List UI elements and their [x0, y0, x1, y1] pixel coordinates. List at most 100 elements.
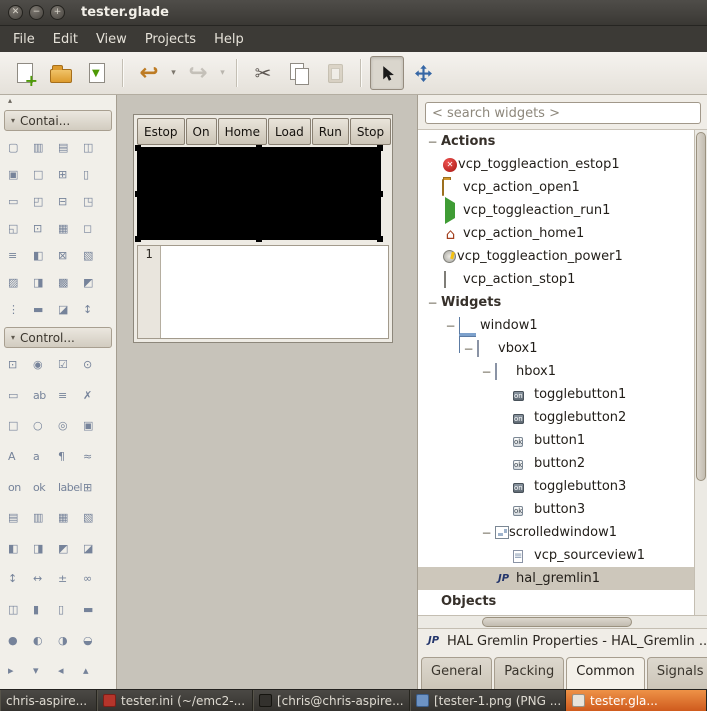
- redo-button[interactable]: [181, 56, 215, 90]
- palette-widget-icon[interactable]: ▯: [83, 167, 108, 183]
- palette-widget-icon[interactable]: on: [8, 480, 33, 496]
- tree-row-button2[interactable]: button2: [418, 452, 694, 475]
- save-button[interactable]: [80, 56, 114, 90]
- palette-widget-icon[interactable]: ◨: [33, 541, 58, 557]
- load-button[interactable]: Load: [268, 118, 311, 145]
- expander-icon[interactable]: [424, 135, 441, 149]
- palette-widget-icon[interactable]: ◻: [83, 221, 108, 237]
- palette-widget-icon[interactable]: ±: [58, 571, 83, 587]
- tree-group-objects[interactable]: Objects: [418, 590, 694, 613]
- selection-handle[interactable]: [135, 191, 141, 197]
- palette-widget-icon[interactable]: ↔: [33, 571, 58, 587]
- palette-section-control[interactable]: Control...: [4, 327, 112, 348]
- palette-widget-icon[interactable]: ▥: [33, 140, 58, 156]
- tree-row-hal-gremlin1[interactable]: hal_gremlin1: [418, 567, 694, 590]
- palette-widget-icon[interactable]: ▴: [83, 663, 108, 679]
- expander-icon[interactable]: [460, 342, 477, 356]
- cut-button[interactable]: [246, 56, 280, 90]
- palette-widget-icon[interactable]: ⊡: [8, 357, 33, 373]
- tab-general[interactable]: General: [421, 657, 492, 689]
- new-project-button[interactable]: [8, 56, 42, 90]
- undo-button[interactable]: [132, 56, 166, 90]
- palette-widget-icon[interactable]: label: [58, 480, 83, 496]
- palette-section-containers[interactable]: Contai...: [4, 110, 112, 131]
- design-canvas[interactable]: Estop On Home Load Run Stop: [117, 95, 417, 689]
- tree-horizontal-scrollbar[interactable]: [418, 615, 707, 628]
- palette-widget-icon[interactable]: ◫: [83, 140, 108, 156]
- expander-icon[interactable]: [478, 526, 495, 540]
- selection-handle[interactable]: [377, 236, 383, 242]
- paste-button[interactable]: [318, 56, 352, 90]
- palette-widget-icon[interactable]: ◧: [33, 248, 58, 264]
- palette-widget-icon[interactable]: ◫: [8, 602, 33, 618]
- palette-widget-icon[interactable]: ▦: [58, 510, 83, 526]
- tree-row-power-action[interactable]: vcp_toggleaction_power1: [418, 245, 694, 268]
- expander-icon[interactable]: [478, 365, 495, 379]
- hal-gremlin-widget[interactable]: [137, 147, 381, 240]
- tab-packing[interactable]: Packing: [494, 657, 564, 689]
- tree-vertical-scrollbar[interactable]: [694, 130, 707, 615]
- menu-projects[interactable]: Projects: [136, 29, 205, 50]
- source-text-area[interactable]: [161, 246, 388, 338]
- redo-dropdown[interactable]: [217, 68, 228, 78]
- expander-icon[interactable]: [442, 319, 459, 333]
- palette-widget-icon[interactable]: ▥: [33, 510, 58, 526]
- tree-row-window1[interactable]: window1: [418, 314, 694, 337]
- palette-widget-icon[interactable]: ¶: [58, 449, 83, 465]
- menu-help[interactable]: Help: [205, 29, 253, 50]
- palette-scroll-up[interactable]: ▴: [0, 95, 116, 107]
- palette-widget-icon[interactable]: □: [33, 167, 58, 183]
- palette-widget-icon[interactable]: ◑: [58, 633, 83, 649]
- taskbar-item[interactable]: [tester-1.png (PNG ...: [410, 690, 566, 711]
- palette-widget-icon[interactable]: ▾: [33, 663, 58, 679]
- palette-widget-icon[interactable]: ≈: [83, 449, 108, 465]
- palette-widget-icon[interactable]: ▤: [58, 140, 83, 156]
- palette-widget-icon[interactable]: ◉: [33, 357, 58, 373]
- palette-widget-icon[interactable]: ▸: [8, 663, 33, 679]
- tree-group-widgets[interactable]: Widgets: [418, 291, 694, 314]
- palette-widget-icon[interactable]: ◱: [8, 221, 33, 237]
- tree-row-home-action[interactable]: vcp_action_home1: [418, 222, 694, 245]
- palette-widget-icon[interactable]: ∞: [83, 571, 108, 587]
- tab-common[interactable]: Common: [566, 657, 645, 689]
- tree-row-estop-action[interactable]: vcp_toggleaction_estop1: [418, 153, 694, 176]
- palette-widget-icon[interactable]: ◩: [83, 275, 108, 291]
- palette-widget-icon[interactable]: ≡: [8, 248, 33, 264]
- maximize-button[interactable]: +: [50, 5, 65, 20]
- stop-button[interactable]: Stop: [350, 118, 391, 145]
- palette-widget-icon[interactable]: ok: [33, 480, 58, 496]
- tree-row-togglebutton2[interactable]: togglebutton2: [418, 406, 694, 429]
- drag-resize-button[interactable]: [406, 56, 440, 90]
- tree-row-togglebutton3[interactable]: togglebutton3: [418, 475, 694, 498]
- taskbar-item[interactable]: tester.ini (~/emc2-...: [97, 690, 253, 711]
- palette-widget-icon[interactable]: ◂: [58, 663, 83, 679]
- palette-widget-icon[interactable]: ≡: [58, 388, 83, 404]
- palette-widget-icon[interactable]: ⊞: [83, 480, 108, 496]
- menu-edit[interactable]: Edit: [44, 29, 87, 50]
- palette-widget-icon[interactable]: ○: [33, 418, 58, 434]
- tree-row-hbox1[interactable]: hbox1: [418, 360, 694, 383]
- taskbar-item[interactable]: chris-aspire...: [0, 690, 97, 711]
- palette-widget-icon[interactable]: ◒: [83, 633, 108, 649]
- designed-window[interactable]: Estop On Home Load Run Stop: [133, 114, 393, 343]
- expander-icon[interactable]: [424, 296, 441, 310]
- palette-widget-icon[interactable]: ▧: [83, 248, 108, 264]
- tree-row-run-action[interactable]: vcp_toggleaction_run1: [418, 199, 694, 222]
- palette-widget-icon[interactable]: ⊟: [58, 194, 83, 210]
- palette-widget-icon[interactable]: ▬: [33, 302, 58, 318]
- copy-button[interactable]: [282, 56, 316, 90]
- palette-widget-icon[interactable]: ⊠: [58, 248, 83, 264]
- menu-file[interactable]: File: [4, 29, 44, 50]
- taskbar-item-active[interactable]: tester.gla...: [566, 690, 707, 711]
- titlebar[interactable]: ✕ − + tester.glade: [0, 0, 707, 26]
- palette-widget-icon[interactable]: ◪: [83, 541, 108, 557]
- taskbar-item[interactable]: [chris@chris-aspire...: [253, 690, 410, 711]
- scrollbar-thumb[interactable]: [696, 132, 706, 481]
- palette-widget-icon[interactable]: ☑: [58, 357, 83, 373]
- palette-widget-icon[interactable]: ◩: [58, 541, 83, 557]
- palette-widget-icon[interactable]: ✗: [83, 388, 108, 404]
- palette-widget-icon[interactable]: ▭: [8, 388, 33, 404]
- palette-widget-icon[interactable]: A: [8, 449, 33, 465]
- palette-widget-icon[interactable]: ▩: [58, 275, 83, 291]
- run-togglebutton[interactable]: Run: [312, 118, 349, 145]
